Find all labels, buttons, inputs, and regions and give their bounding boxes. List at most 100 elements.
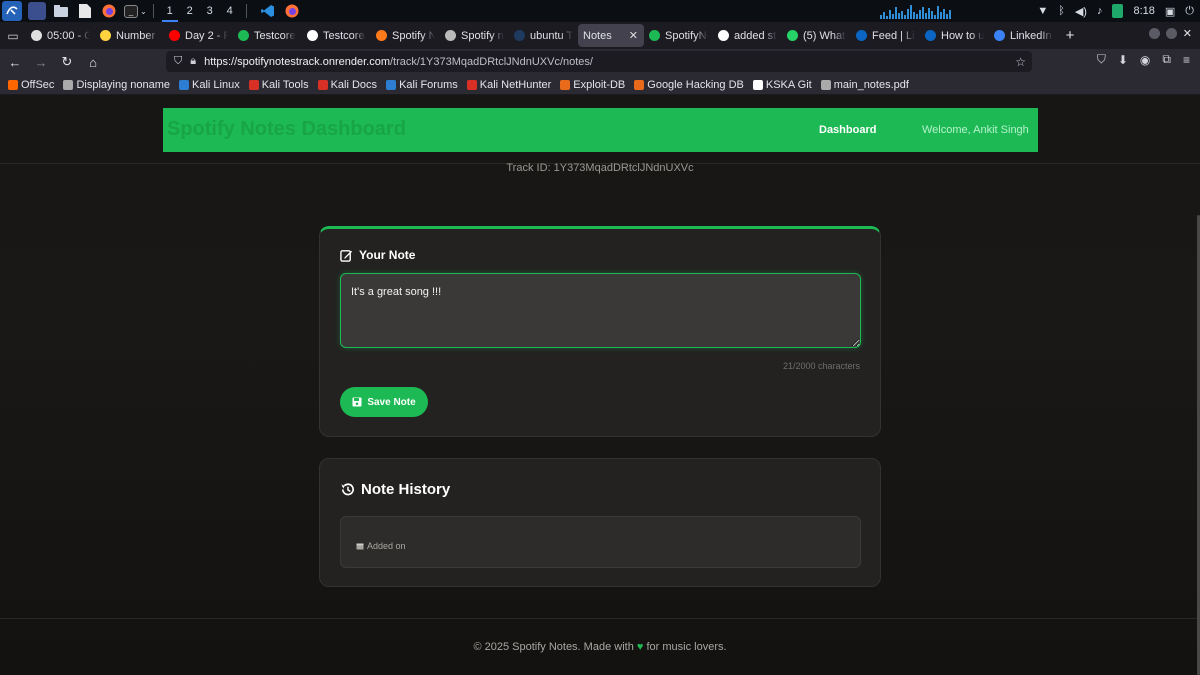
- tab-favicon-icon: [994, 30, 1005, 41]
- bookmark-label: OffSec: [21, 78, 55, 91]
- clock[interactable]: 8:18: [1133, 5, 1154, 17]
- track-id: Track ID: 1Y373MqadDRtclJNdnUXVc: [506, 162, 694, 174]
- wifi-icon[interactable]: ▼: [1037, 5, 1048, 17]
- tab-label: Spotify no: [461, 29, 504, 42]
- browser-tab[interactable]: Spotify no: [440, 24, 509, 47]
- maximize-button[interactable]: [1165, 28, 1177, 39]
- home-icon[interactable]: ⌂: [82, 51, 104, 73]
- tab-strip: 05:00 - Go Number o Day 2 - Po Testcore Test…: [26, 24, 1058, 47]
- footer-suffix: for music lovers.: [646, 641, 727, 653]
- bookmark-favicon-icon: [752, 79, 763, 90]
- power-icon[interactable]: ⏻: [1185, 5, 1194, 18]
- battery-icon[interactable]: [1112, 4, 1124, 18]
- bookmark-item[interactable]: Exploit-DB: [560, 79, 625, 91]
- lock-icon[interactable]: ▣: [1165, 5, 1175, 18]
- files-icon[interactable]: [52, 2, 70, 20]
- text-editor-icon[interactable]: [76, 2, 94, 20]
- browser-tab[interactable]: 05:00 - Go: [26, 24, 95, 47]
- url-bar[interactable]: ⛉ 🔒︎ https://spotifynotestrack.onrender.c…: [166, 51, 1032, 72]
- browser-tab[interactable]: (5) Whats: [782, 24, 851, 47]
- browser-tab[interactable]: ubuntu Ta: [509, 24, 578, 47]
- brand-title[interactable]: Spotify Notes Dashboard: [167, 118, 406, 141]
- tab-favicon-icon: [169, 30, 180, 41]
- bookmark-item[interactable]: Kali Tools: [248, 79, 309, 91]
- new-tab-button[interactable]: +: [1058, 27, 1082, 44]
- browser-tab[interactable]: added sta: [713, 24, 782, 47]
- tab-favicon-icon: [100, 30, 111, 41]
- browser-tab[interactable]: Testcore/s: [302, 24, 371, 47]
- bookmark-item[interactable]: Kali Linux: [179, 79, 240, 91]
- browser-tab[interactable]: SpotifyNo: [644, 24, 713, 47]
- reload-icon[interactable]: ↻: [56, 51, 78, 73]
- nav-dashboard-link[interactable]: Dashboard: [819, 124, 876, 136]
- workspace-4[interactable]: 4: [220, 0, 240, 22]
- bookmark-item[interactable]: main_notes.pdf: [820, 79, 909, 91]
- browser-tab[interactable]: LinkedIn T: [989, 24, 1058, 47]
- browser-tab[interactable]: Number o: [95, 24, 164, 47]
- desktop-icon[interactable]: [28, 2, 46, 20]
- tab-label: Notes: [583, 29, 612, 42]
- workspace-2[interactable]: 2: [180, 0, 200, 22]
- kali-menu-icon[interactable]: [2, 1, 22, 21]
- extensions-icon[interactable]: ⧉: [1162, 52, 1171, 67]
- bookmark-item[interactable]: Kali Forums: [386, 79, 458, 91]
- terminal-icon[interactable]: _: [124, 4, 138, 18]
- bookmark-label: Displaying noname: [76, 78, 170, 91]
- tab-label: Testcore: [254, 29, 296, 42]
- browser-tab[interactable]: Feed | Link: [851, 24, 920, 47]
- bookmark-label: Exploit-DB: [573, 78, 626, 91]
- browser-tab[interactable]: Spotify No: [371, 24, 440, 47]
- note-textarea[interactable]: It's a great song !!!: [340, 273, 861, 348]
- forward-icon[interactable]: →: [30, 51, 52, 73]
- chevron-down-icon[interactable]: ⌄: [140, 7, 147, 16]
- bookmark-item[interactable]: Kali Docs: [317, 78, 378, 91]
- pocket-icon[interactable]: ⛉: [1097, 52, 1106, 67]
- firefox-icon[interactable]: [100, 2, 118, 20]
- shield-icon[interactable]: ⛉: [174, 55, 182, 68]
- bookmark-label: Kali NetHunter: [479, 78, 552, 91]
- vscode-icon[interactable]: [259, 2, 277, 20]
- workspace-1[interactable]: 1: [160, 0, 180, 22]
- bookmark-item[interactable]: Kali NetHunter: [466, 78, 552, 91]
- menu-icon[interactable]: ≡: [1183, 53, 1190, 67]
- edit-icon: [340, 249, 353, 262]
- os-top-panel: _ ⌄ 1 2 3 4 ▼ ᛒ ◀) ♪ 8:18 ▣ ⏻: [0, 0, 1200, 22]
- browser-tab[interactable]: How to us: [920, 24, 989, 47]
- tab-favicon-icon: [514, 30, 525, 41]
- volume-icon[interactable]: ◀): [1075, 5, 1087, 18]
- save-note-label: Save Note: [367, 396, 416, 408]
- added-on: Added on: [356, 541, 406, 551]
- bookmark-item[interactable]: Google Hacking DB: [634, 79, 744, 91]
- list-all-tabs-icon[interactable]: ▭: [0, 22, 26, 49]
- history-icon: [341, 483, 354, 496]
- close-window-icon[interactable]: ✕: [1183, 27, 1192, 40]
- account-icon[interactable]: ◉: [1140, 53, 1150, 67]
- minimize-button[interactable]: [1148, 28, 1160, 39]
- bookmark-label: KSKA Git: [765, 78, 812, 91]
- back-icon[interactable]: ←: [4, 51, 26, 73]
- bookmark-star-icon[interactable]: ☆: [1015, 55, 1026, 69]
- save-note-button[interactable]: Save Note: [340, 387, 428, 417]
- history-card-title-text: Note History: [361, 481, 451, 498]
- downloads-icon[interactable]: ⬇: [1118, 53, 1128, 67]
- web-page: Spotify Notes Dashboard Dashboard Welcom…: [0, 95, 1200, 675]
- bell-icon[interactable]: ♪: [1097, 5, 1103, 17]
- footer-text: © 2025 Spotify Notes. Made with ♥ for mu…: [0, 641, 1200, 653]
- workspace-3[interactable]: 3: [200, 0, 220, 22]
- browser-tab[interactable]: Notes ✕: [578, 24, 644, 47]
- browser-tab[interactable]: Day 2 - Po: [164, 24, 233, 47]
- lock-icon[interactable]: 🔒︎: [190, 55, 196, 68]
- bookmark-item[interactable]: OffSec: [8, 79, 54, 91]
- bookmark-item[interactable]: KSKA Git: [752, 78, 812, 91]
- close-tab-icon[interactable]: ✕: [629, 29, 638, 42]
- bookmark-item[interactable]: Displaying noname: [63, 79, 170, 91]
- tab-label: (5) Whats: [803, 29, 846, 42]
- bookmark-favicon-icon: [820, 79, 831, 90]
- firefox-icon[interactable]: [283, 2, 301, 20]
- browser-tab[interactable]: Testcore: [233, 24, 302, 47]
- note-card-title: Your Note: [340, 248, 415, 262]
- bluetooth-icon[interactable]: ᛒ: [1058, 5, 1065, 17]
- bookmark-label: Kali Docs: [330, 78, 378, 91]
- tab-label: How to us: [941, 29, 984, 42]
- bookmark-label: Kali Linux: [192, 78, 240, 91]
